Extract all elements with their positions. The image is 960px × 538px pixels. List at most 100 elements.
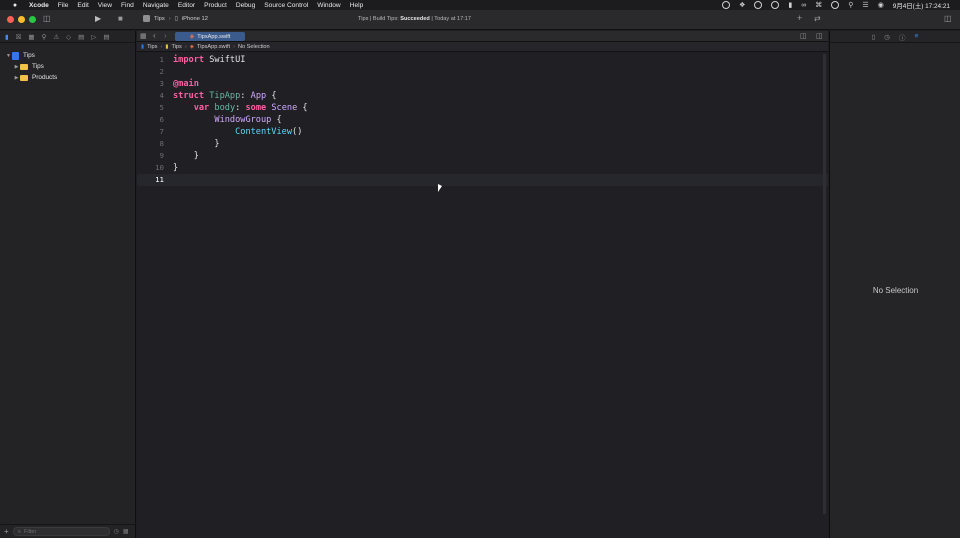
tab-tipsapp-swift[interactable]: ◈ TipsApp.swift xyxy=(175,32,245,41)
test-navigator-icon[interactable]: ◇ xyxy=(66,33,71,41)
activity-viewer: Tips | Build Tips: Succeeded | Today at … xyxy=(358,16,471,22)
menu-source-control[interactable]: Source Control xyxy=(264,2,308,9)
code-review-icon[interactable]: ⇄ xyxy=(814,14,821,23)
search-icon[interactable]: ⚲ xyxy=(848,1,853,9)
source-control-icon[interactable]: ☒ xyxy=(16,33,22,41)
menu-help[interactable]: Help xyxy=(350,2,364,9)
inspector-toggle-icon[interactable]: ◫ xyxy=(944,14,952,23)
menu-product[interactable]: Product xyxy=(204,2,227,9)
debug-navigator-icon[interactable]: ▤ xyxy=(78,33,84,41)
add-library-button[interactable]: + xyxy=(797,13,802,23)
run-icon[interactable]: ▶ xyxy=(95,14,101,23)
sync-icon[interactable] xyxy=(754,1,763,9)
zoom-window-button[interactable] xyxy=(29,16,36,23)
menu-editor[interactable]: Editor xyxy=(178,2,195,9)
disclosure-expanded-icon[interactable]: ▼ xyxy=(5,53,12,59)
line-number: 7 xyxy=(159,127,164,136)
line-number: 8 xyxy=(159,139,164,148)
menu-window[interactable]: Window xyxy=(317,2,340,9)
battery-icon[interactable]: ▮ xyxy=(788,1,792,9)
help-inspector-icon[interactable]: ⓘ xyxy=(899,32,906,42)
user-icon[interactable] xyxy=(831,1,840,9)
bluetooth-icon[interactable]: ∞ xyxy=(801,2,806,9)
editor-options-icon[interactable]: ◫ xyxy=(800,32,807,40)
scheme-name: Tips xyxy=(154,15,165,22)
code-line[interactable]: 1 import SwiftUI xyxy=(137,54,828,66)
jumpbar-item-folder[interactable]: Tips xyxy=(171,44,181,50)
attributes-inspector-icon[interactable]: ≡ xyxy=(914,33,918,40)
close-window-button[interactable] xyxy=(7,16,14,23)
line-number: 4 xyxy=(159,91,164,100)
siri-icon[interactable]: ◉ xyxy=(878,1,884,9)
scheme-icon xyxy=(143,15,150,22)
report-navigator-icon[interactable]: ▤ xyxy=(103,33,109,41)
menu-edit[interactable]: Edit xyxy=(77,2,88,9)
split-editor-icon[interactable]: ◫ xyxy=(816,32,823,40)
code-area[interactable]: 1 import SwiftUI 2 3 @main 4 struct TipApp: Ap… xyxy=(137,54,828,186)
menu-find[interactable]: Find xyxy=(121,2,134,9)
navigator-toggle-icon[interactable]: ◫ xyxy=(43,14,51,23)
code-line[interactable]: 6 WindowGroup { xyxy=(137,114,828,126)
control-center-icon[interactable]: ☰ xyxy=(862,1,868,9)
code-line[interactable]: 3 @main xyxy=(137,78,828,90)
disclosure-collapsed-icon[interactable]: ▶ xyxy=(13,75,20,81)
folder-navigator-icon[interactable]: ▮ xyxy=(5,33,9,41)
menu-xcode[interactable]: Xcode xyxy=(29,2,49,9)
device-icon: ▯ xyxy=(174,15,178,22)
code-text: ContentView() xyxy=(235,127,303,137)
tree-item-label: Tips xyxy=(23,52,35,59)
code-line[interactable]: 5 var body: some Scene { xyxy=(137,102,828,114)
menu-navigate[interactable]: Navigate xyxy=(143,2,169,9)
code-line[interactable]: 4 struct TipApp: App { xyxy=(137,90,828,102)
chevron-right-icon: › xyxy=(168,15,171,22)
line-number: 11 xyxy=(155,175,164,184)
apple-logo-icon[interactable]: ● xyxy=(10,2,20,9)
find-navigator-icon[interactable]: ⚲ xyxy=(42,33,47,41)
code-line[interactable]: 7 ContentView() xyxy=(137,126,828,138)
add-file-button[interactable]: + xyxy=(4,527,9,536)
menu-file[interactable]: File xyxy=(58,2,69,9)
symbol-navigator-icon[interactable]: ▦ xyxy=(28,33,34,41)
grid-icon[interactable]: ▦ xyxy=(140,32,147,40)
issue-navigator-icon[interactable]: ⚠ xyxy=(53,33,59,41)
dropbox-icon[interactable]: ❖ xyxy=(739,1,745,9)
back-icon[interactable]: ‹ xyxy=(153,31,156,40)
tree-item-project[interactable]: ▼ Tips xyxy=(5,50,35,61)
code-line[interactable]: 11 xyxy=(137,174,828,186)
clock[interactable]: 9月4日(土) 17:24:21 xyxy=(893,1,950,10)
swift-file-icon: ◈ xyxy=(189,43,194,50)
no-selection-label: No Selection xyxy=(872,286,919,295)
recent-files-icon[interactable]: ◷ xyxy=(114,528,119,535)
destination-name: iPhone 12 xyxy=(181,15,208,22)
filter-field[interactable]: ≡ Filter xyxy=(12,527,110,536)
code-line[interactable]: 9 } xyxy=(137,150,828,162)
mouse-cursor-icon xyxy=(438,184,442,192)
scheme-selector[interactable]: Tips › ▯ iPhone 12 xyxy=(143,15,208,22)
jumpbar-item-file[interactable]: TipsApp.swift xyxy=(197,44,230,50)
code-line[interactable]: 2 xyxy=(137,66,828,78)
jumpbar-item-project[interactable]: Tips xyxy=(147,44,157,50)
menu-debug[interactable]: Debug xyxy=(236,2,255,9)
scm-filter-icon[interactable]: ▦ xyxy=(123,528,129,535)
code-line[interactable]: 10} xyxy=(137,162,828,174)
breakpoint-navigator-icon[interactable]: ▷ xyxy=(91,33,96,41)
stop-icon[interactable]: ■ xyxy=(118,14,123,23)
editor-scrollbar[interactable] xyxy=(823,54,826,514)
line-number: 3 xyxy=(159,79,164,88)
line-number: 6 xyxy=(159,115,164,124)
minimize-window-button[interactable] xyxy=(18,16,25,23)
window-toolbar: ◫ ▶ ■ Tips › ▯ iPhone 12 Tips | Build Ti… xyxy=(0,10,960,30)
forward-icon[interactable]: › xyxy=(164,31,167,40)
tree-item-folder-tips[interactable]: ▶ Tips xyxy=(13,61,44,72)
menu-view[interactable]: View xyxy=(98,2,112,9)
status-icon-1[interactable] xyxy=(771,1,780,9)
tree-item-folder-products[interactable]: ▶ Products xyxy=(13,72,58,83)
record-icon[interactable] xyxy=(722,1,731,9)
code-text: } xyxy=(173,139,220,149)
wifi-icon[interactable]: ⌘ xyxy=(815,1,822,9)
file-inspector-icon[interactable]: ▯ xyxy=(872,33,876,41)
code-line[interactable]: 8 } xyxy=(137,138,828,150)
history-inspector-icon[interactable]: ◷ xyxy=(884,33,890,41)
disclosure-collapsed-icon[interactable]: ▶ xyxy=(13,64,20,70)
jumpbar-item-selection[interactable]: No Selection xyxy=(238,44,270,50)
